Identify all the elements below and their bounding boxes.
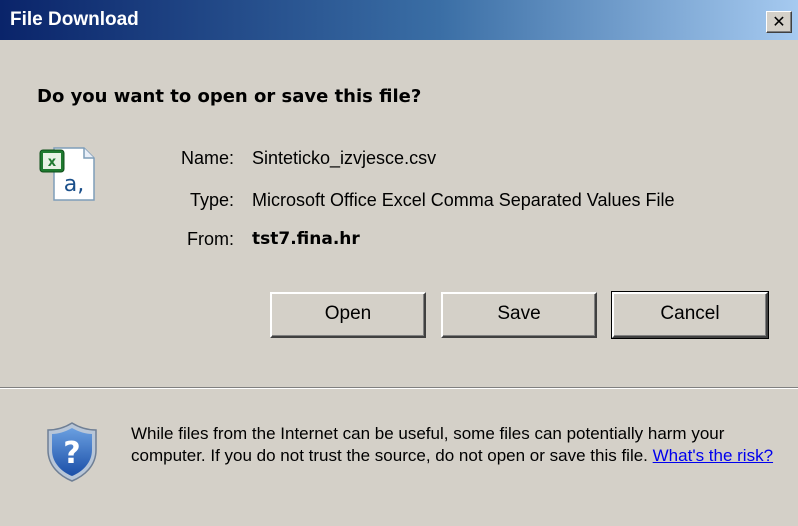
file-icon-letter: a, bbox=[64, 172, 84, 197]
svg-text:?: ? bbox=[63, 436, 80, 471]
save-button[interactable]: Save bbox=[441, 292, 597, 338]
file-download-dialog: File Download ✕ Do you want to open or s… bbox=[0, 0, 798, 526]
separator bbox=[0, 387, 798, 389]
type-label: Type: bbox=[189, 190, 234, 210]
cancel-button[interactable]: Cancel bbox=[611, 291, 769, 339]
name-label: Name: bbox=[180, 148, 234, 168]
window-title: File Download bbox=[10, 9, 139, 30]
title-bar[interactable]: File Download ✕ bbox=[0, 0, 798, 40]
security-warning: While files from the Internet can be use… bbox=[131, 423, 781, 467]
close-button[interactable]: ✕ bbox=[766, 11, 792, 33]
from-label: From: bbox=[187, 229, 234, 249]
excel-csv-file-icon: x a, bbox=[38, 144, 102, 204]
svg-text:x: x bbox=[48, 155, 57, 170]
dialog-question: Do you want to open or save this file? bbox=[37, 86, 422, 107]
close-icon: ✕ bbox=[772, 12, 786, 31]
file-source-value: tst7.fina.hr bbox=[252, 229, 360, 249]
open-button[interactable]: Open bbox=[270, 292, 426, 338]
file-name-value: Sinteticko_izvjesce.csv bbox=[252, 148, 437, 168]
whats-the-risk-link[interactable]: What's the risk? bbox=[653, 446, 773, 465]
shield-question-icon: ? bbox=[44, 420, 100, 484]
file-type-value: Microsoft Office Excel Comma Separated V… bbox=[252, 190, 675, 210]
warning-text: While files from the Internet can be use… bbox=[131, 424, 725, 465]
